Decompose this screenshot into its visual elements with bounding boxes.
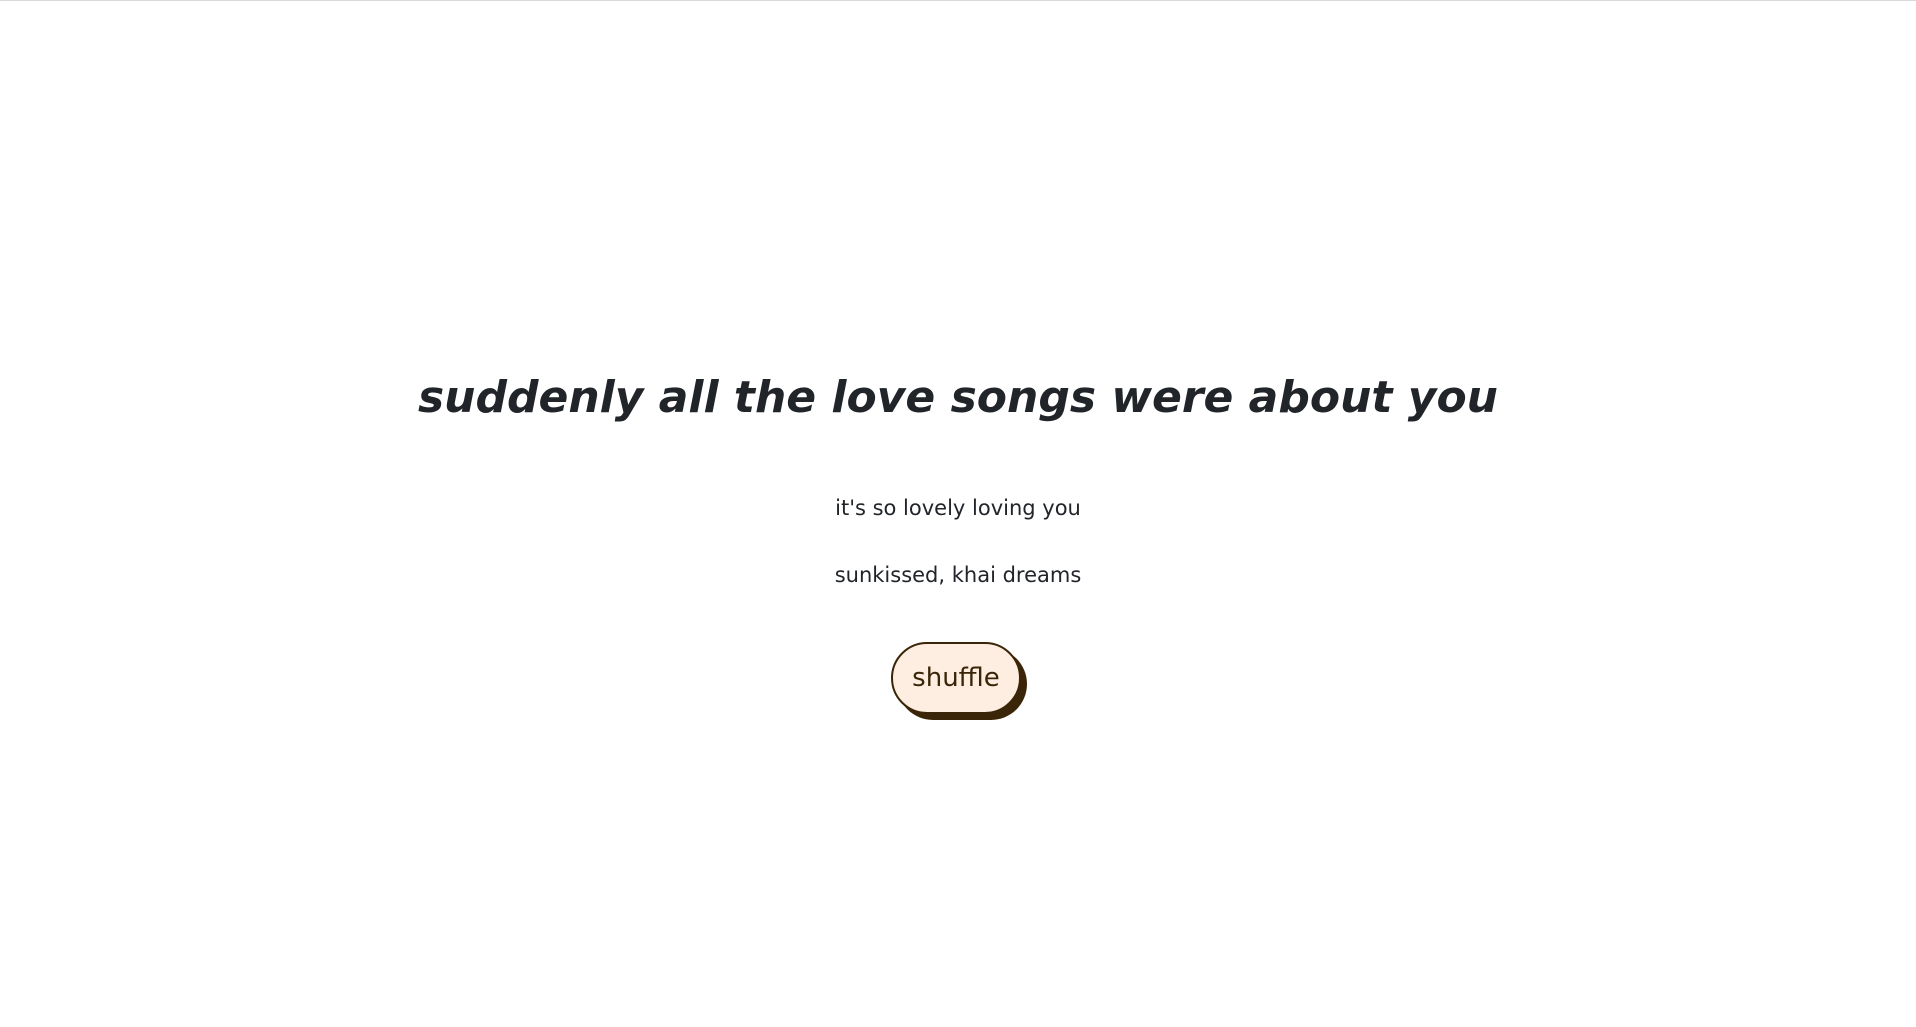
shuffle-button[interactable]: shuffle [891, 642, 1021, 714]
quote-headline: suddenly all the love songs were about y… [417, 372, 1499, 423]
main-content: suddenly all the love songs were about y… [0, 0, 1916, 1027]
song-artist-line: sunkissed, khai dreams [834, 563, 1082, 587]
song-title: it's so lovely loving you [835, 496, 1081, 520]
